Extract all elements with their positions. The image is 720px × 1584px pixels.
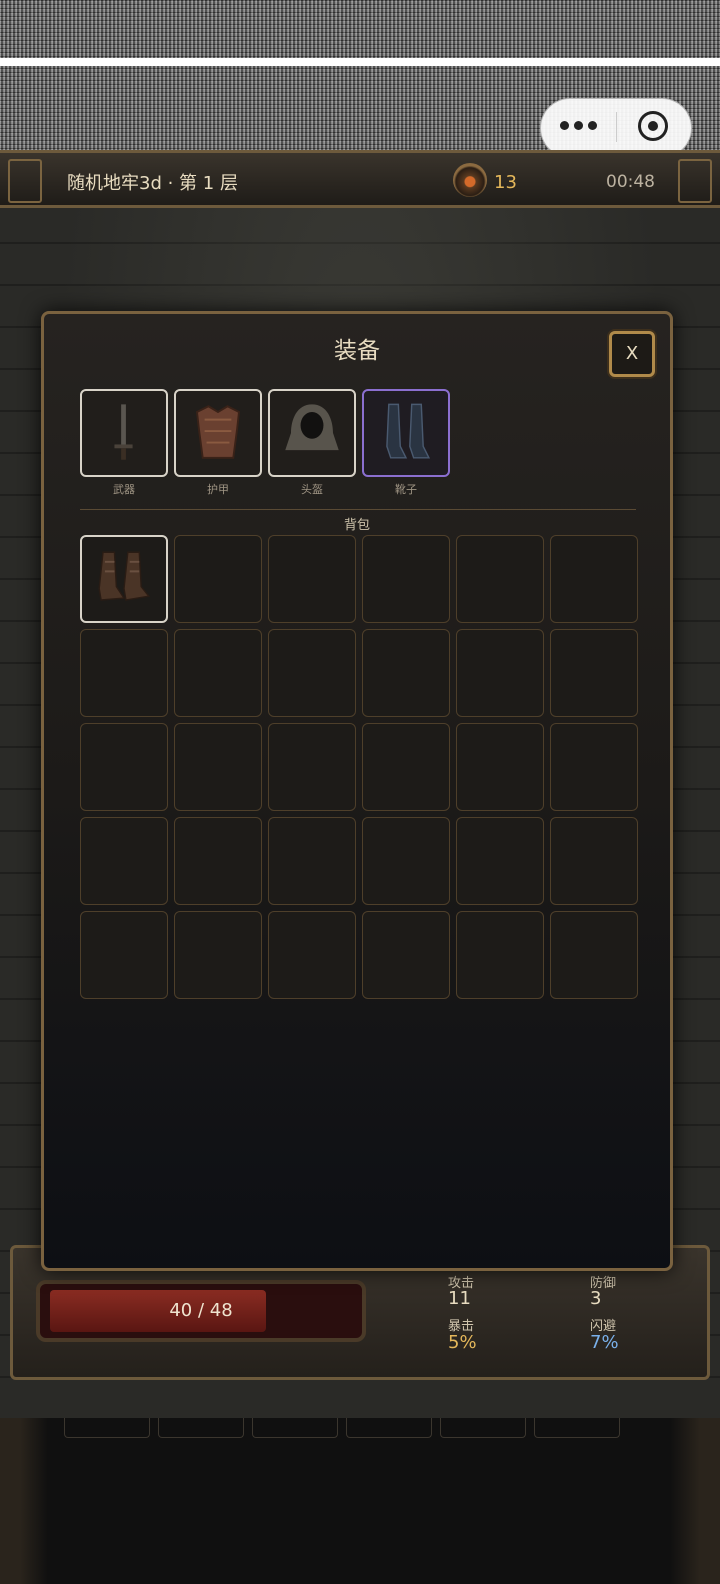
dodge-value: 7% [590, 1332, 619, 1353]
bag-slot[interactable] [174, 629, 262, 717]
skill-slot-tab[interactable] [346, 1418, 432, 1438]
bag-slot[interactable] [268, 723, 356, 811]
hp-text: 40 / 48 [169, 1300, 233, 1321]
modal-title: 装备 [334, 338, 380, 364]
bag-slot[interactable] [362, 723, 450, 811]
bag-slot[interactable] [174, 911, 262, 999]
bag-title: 背包 [343, 518, 370, 533]
frame-corner-right [678, 159, 712, 203]
equip-slot-weapon[interactable] [80, 389, 168, 477]
sword-icon [114, 404, 133, 460]
bag-slot[interactable] [268, 911, 356, 999]
bag-slot[interactable] [80, 817, 168, 905]
bag-slot[interactable] [550, 911, 638, 999]
defense-value: 3 [590, 1288, 602, 1309]
bottom-panel [0, 1418, 720, 1584]
equip-label-helmet: 头盔 [301, 483, 323, 496]
bag-slot[interactable] [456, 817, 544, 905]
leather-boots-icon [98, 551, 151, 601]
bag-slot[interactable] [80, 723, 168, 811]
more-icon[interactable] [560, 117, 600, 137]
bag-slot[interactable] [550, 817, 638, 905]
hood-icon [285, 404, 339, 451]
bag-slot[interactable] [362, 629, 450, 717]
attack-value: 11 [448, 1288, 471, 1309]
bag-slot[interactable] [362, 911, 450, 999]
section-divider [80, 509, 636, 510]
bag-slot[interactable] [456, 535, 544, 623]
bag-slot[interactable] [268, 535, 356, 623]
bag-slot[interactable] [456, 911, 544, 999]
chest-armor-icon [195, 405, 241, 459]
bag-slot[interactable] [268, 629, 356, 717]
status-bar-gap [0, 58, 720, 66]
bag-slot[interactable] [362, 817, 450, 905]
equip-slot-armor[interactable] [174, 389, 262, 477]
hp-bar: 40 / 48 [36, 1280, 366, 1342]
bag-slot[interactable] [456, 629, 544, 717]
equip-slot-boots[interactable] [362, 389, 450, 477]
bag-slot[interactable] [80, 911, 168, 999]
close-button[interactable]: X [609, 331, 655, 377]
bag-slot[interactable] [174, 535, 262, 623]
bag-slot[interactable] [268, 817, 356, 905]
bag-slot[interactable] [550, 535, 638, 623]
timer: 00:48 [606, 172, 655, 192]
bag-slot[interactable] [80, 535, 168, 623]
capsule-divider [616, 112, 617, 142]
skill-slot-tab[interactable] [534, 1418, 620, 1438]
miniprogram-close-icon[interactable] [638, 111, 668, 141]
bag-slot[interactable] [550, 629, 638, 717]
boots-icon [386, 403, 431, 459]
skill-slot-tab[interactable] [64, 1418, 150, 1438]
gold-count: 13 [494, 172, 517, 193]
skill-slot-tab[interactable] [158, 1418, 244, 1438]
equip-slot-helmet[interactable] [268, 389, 356, 477]
bag-slot[interactable] [174, 817, 262, 905]
equipment-modal: 装备 X 武器 护甲 头盔 靴子 背包 [41, 311, 673, 1271]
equip-label-weapon: 武器 [113, 483, 135, 496]
top-bar: 随机地牢3d · 第 1 层 13 00:48 [0, 150, 720, 208]
bag-slot[interactable] [456, 723, 544, 811]
skill-slot-tab[interactable] [252, 1418, 338, 1438]
bag-slot[interactable] [550, 723, 638, 811]
bag-slot[interactable] [362, 535, 450, 623]
bag-slot[interactable] [174, 723, 262, 811]
bag-slot[interactable] [80, 629, 168, 717]
dungeon-title: 随机地牢3d · 第 1 层 [67, 173, 238, 194]
equip-label-armor: 护甲 [207, 483, 229, 496]
frame-corner-left [8, 159, 42, 203]
crit-value: 5% [448, 1332, 477, 1353]
gold-icon [453, 163, 487, 197]
skill-slot-tab[interactable] [440, 1418, 526, 1438]
equip-label-boots: 靴子 [395, 483, 417, 496]
